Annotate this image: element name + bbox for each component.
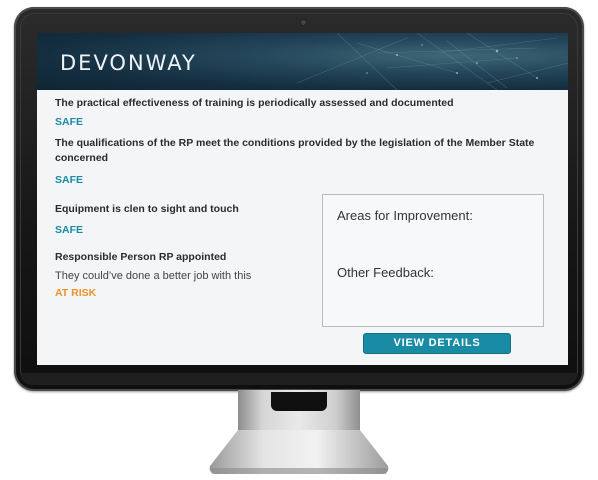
view-details-button[interactable]: VIEW DETAILS xyxy=(363,333,511,354)
feedback-panel: Areas for Improvement: Other Feedback: xyxy=(322,194,544,327)
monitor-chin xyxy=(20,373,578,385)
checklist-content: The practical effectiveness of training … xyxy=(37,90,568,365)
status-badge-safe: SAFE xyxy=(55,116,84,128)
devonway-logo: DEVONWAY xyxy=(60,51,197,75)
other-feedback-label: Other Feedback: xyxy=(337,265,434,280)
status-badge-safe: SAFE xyxy=(55,174,84,186)
status-badge-at-risk: AT RISK xyxy=(55,287,97,299)
camera-dot xyxy=(301,20,306,25)
areas-for-improvement-label: Areas for Improvement: xyxy=(337,208,473,223)
status-badge-safe: SAFE xyxy=(55,224,84,236)
app-header: DEVONWAY xyxy=(37,33,568,90)
monitor-stand-foot xyxy=(209,430,389,474)
item-title: The practical effectiveness of training … xyxy=(55,97,454,109)
item-title: The qualifications of the RP meet the co… xyxy=(55,137,535,164)
item-note: They could’ve done a better job with thi… xyxy=(55,270,252,282)
screen: DEVONWAY The practical effectiveness of … xyxy=(37,33,568,365)
stand-cable-slot xyxy=(271,392,327,411)
